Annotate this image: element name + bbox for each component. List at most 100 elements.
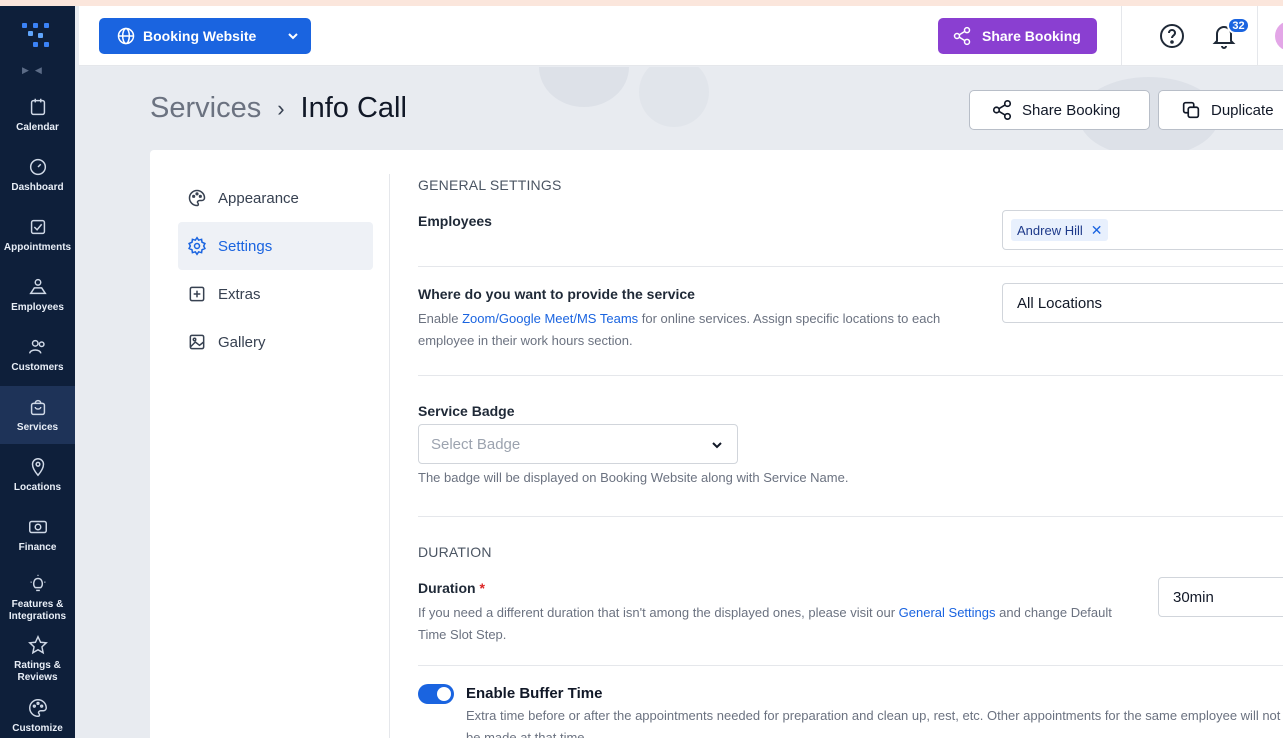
sub-nav-label: Gallery [218,333,266,351]
booking-website-dropdown[interactable]: Booking Website [99,18,311,54]
sidebar-item-label: Finance [18,542,57,553]
sidebar-collapse-icon[interactable]: ▶◀ [22,65,52,75]
service-badge-placeholder: Select Badge [431,435,521,453]
chevron-right-icon: › [277,95,285,121]
header-divider [1257,6,1258,66]
share-booking-label: Share Booking [1022,101,1121,119]
share-booking-button[interactable]: Share Booking [969,90,1150,130]
palette-icon [188,189,206,207]
sidebar-item-features-integrations[interactable]: Features & Integrations [0,566,75,630]
employee-tag: Andrew Hill ✕ [1011,219,1109,241]
employees-icon [28,278,47,295]
location-select[interactable]: All Locations [1002,283,1283,323]
duration-help: If you need a different duration that is… [418,605,1112,642]
service-badge-select[interactable]: Select Badge [418,424,738,464]
sidebar-item-employees[interactable]: Employees [0,266,75,324]
dashboard-icon [29,158,46,176]
card-divider [389,174,390,738]
duplicate-button[interactable]: Duplicate [1158,90,1283,130]
app-logo-icon[interactable] [20,20,52,52]
divider [418,266,1283,267]
service-location-help: Enable Zoom/Google Meet/MS Teams for onl… [418,311,941,348]
star-icon [27,635,48,655]
sidebar-item-label: Features & Integrations [8,599,67,622]
service-settings-card: Appearance Settings Extras Gallery GENER… [150,150,1283,738]
sidebar-item-label: Ratings & Reviews [14,660,61,683]
sidebar-item-customers[interactable]: Customers [0,326,75,384]
calendar-icon [30,98,45,116]
sidebar-item-dashboard[interactable]: Dashboard [0,146,75,204]
appointments-icon [30,219,45,235]
services-icon [30,399,45,416]
employees-multiselect[interactable]: Andrew Hill ✕ [1002,210,1283,250]
duration-heading: DURATION [418,544,492,560]
sidebar-item-ratings-reviews[interactable]: Ratings & Reviews [0,630,75,688]
divider [418,665,1283,666]
header-divider [1121,6,1122,66]
buffer-time-toggle[interactable] [418,684,454,704]
sidebar-item-calendar[interactable]: Calendar [0,86,75,144]
help-icon[interactable] [1159,23,1185,49]
image-icon [189,334,205,350]
employees-label: Employees [418,213,492,229]
sidebar-item-label: Customers [11,362,64,373]
sidebar-item-label: Employees [11,302,64,313]
buffer-time-label: Enable Buffer Time [466,685,603,702]
customers-icon [28,339,45,354]
avatar[interactable] [1275,21,1283,51]
sidebar-item-label: Calendar [16,122,59,133]
online-services-link[interactable]: Zoom/Google Meet/MS Teams [462,311,638,326]
sub-nav-item-gallery[interactable]: Gallery [178,318,373,366]
service-badge-help: The badge will be displayed on Booking W… [418,470,849,485]
sub-nav-item-settings[interactable]: Settings [178,222,373,270]
sidebar-item-label: Services [16,422,59,433]
share-icon [992,100,1012,120]
sidebar-item-label: Customize [12,723,63,734]
sidebar-item-locations[interactable]: Locations [0,446,75,504]
sub-nav-item-extras[interactable]: Extras [178,270,373,318]
breadcrumb: Services › Info Call [150,92,407,125]
sidebar-item-label: Dashboard [11,182,64,193]
chevron-down-icon [288,33,298,40]
buffer-time-help: Extra time before or after the appointme… [466,708,1281,738]
sub-nav-item-appearance[interactable]: Appearance [178,174,373,222]
location-pin-icon [31,458,44,477]
sidebar-item-appointments[interactable]: Appointments [0,206,75,264]
sub-nav-label: Settings [218,237,273,255]
top-header: Booking Website Share Booking 32 [79,6,1283,66]
breadcrumb-services-link[interactable]: Services [150,92,261,125]
remove-tag-icon[interactable]: ✕ [1091,222,1103,239]
duration-select-value: 30min [1173,588,1214,606]
divider [418,516,1283,517]
main-sidebar: ▶◀ Calendar Dashboard Appointments Emplo… [0,6,75,738]
sub-nav-label: Extras [218,285,261,303]
share-icon [953,26,971,46]
general-settings-link[interactable]: General Settings [899,605,996,620]
duplicate-label: Duplicate [1211,101,1274,119]
lightbulb-icon [30,574,45,592]
duration-select[interactable]: 30min [1158,577,1283,617]
notification-count-badge: 32 [1227,17,1250,34]
location-select-value: All Locations [1017,294,1103,312]
plus-square-icon [189,286,205,302]
required-mark: * [479,580,485,596]
share-booking-label: Share Booking [982,28,1081,44]
general-settings-heading: GENERAL SETTINGS [418,177,562,193]
sidebar-item-customize[interactable]: Customize [0,690,75,738]
finance-icon [28,520,47,534]
sidebar-item-finance[interactable]: Finance [0,506,75,564]
booking-website-label: Booking Website [143,28,257,44]
share-booking-header-button[interactable]: Share Booking [938,18,1097,54]
globe-icon [117,27,135,45]
service-badge-label: Service Badge [418,403,515,419]
sidebar-item-services[interactable]: Services [0,386,75,444]
chevron-down-icon [712,442,722,449]
duration-label: Duration * [418,580,485,596]
employee-tag-label: Andrew Hill [1017,222,1083,238]
service-location-label: Where do you want to provide the service [418,286,695,302]
palette-icon [28,699,47,717]
service-sub-nav: Appearance Settings Extras Gallery [178,174,373,366]
sidebar-item-label: Appointments [3,242,72,253]
duplicate-icon [1182,101,1200,119]
sidebar-item-label: Locations [13,482,62,493]
